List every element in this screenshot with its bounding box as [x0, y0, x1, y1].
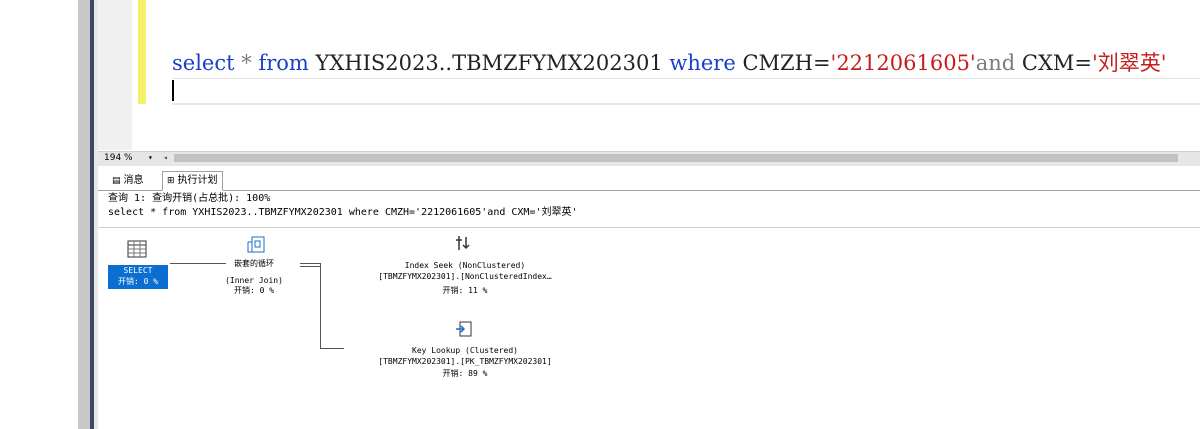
key-lookup-cost: 开销: 89 %: [442, 369, 488, 378]
left-splitter[interactable]: [78, 0, 90, 429]
query-text[interactable]: select * from YXHIS2023..TBMZFYMX202301 …: [172, 47, 1167, 77]
horizontal-scrollbar[interactable]: [174, 154, 1178, 162]
nested-loop-icon[interactable]: [244, 233, 268, 257]
table-name: YXHIS2023..TBMZFYMX202301: [315, 51, 663, 75]
connector-loop-lookup-vertical: [320, 263, 321, 348]
select-node-label: SELECT: [123, 266, 153, 275]
keyword-and: and: [975, 51, 1016, 75]
nested-loop-subtype: (Inner Join): [225, 276, 283, 285]
change-tracking-bar: [138, 0, 146, 104]
plan-query-text: select * from YXHIS2023..TBMZFYMX202301 …: [108, 207, 578, 218]
tab-execution-plan[interactable]: ⊞ 执行计划: [162, 171, 223, 191]
key-lookup-icon[interactable]: [453, 318, 475, 340]
plan-query-header: 查询 1: 查询开销(占总批): 100%: [108, 193, 271, 204]
select-node-icon[interactable]: [126, 238, 148, 260]
nested-loop-label: 嵌套的循环: [234, 259, 274, 268]
keyword-where: where: [669, 51, 736, 75]
value-cmzh: '2212061605': [830, 51, 976, 75]
current-line-highlight: [172, 78, 1200, 105]
select-node[interactable]: SELECT 开销: 0 %: [108, 265, 168, 289]
tab-execution-plan-label: 执行计划: [177, 175, 218, 186]
keyword-from: from: [258, 51, 309, 75]
index-seek-cost: 开销: 11 %: [442, 286, 488, 295]
column-cmzh: CMZH=: [742, 51, 831, 75]
results-tabs: [98, 168, 1200, 191]
operator-star: *: [241, 51, 252, 75]
keyword-select: select: [172, 51, 235, 75]
index-seek-label: Index Seek (NonClustered): [404, 261, 526, 270]
column-cxm: CXM=: [1021, 51, 1093, 75]
connector-loop-seek-2: [300, 266, 320, 267]
text-caret: [172, 80, 174, 101]
editor-gutter: [98, 0, 132, 150]
tab-messages-label: 消息: [123, 175, 144, 186]
connector-loop-seek: [300, 263, 320, 264]
key-lookup-object: [TBMZFYMX202301].[PK_TBMZFYMX202301]: [378, 357, 552, 366]
select-node-cost: 开销: 0 %: [117, 277, 159, 286]
zoom-level[interactable]: 194 %: [104, 151, 133, 165]
scroll-left-icon[interactable]: ◂: [163, 151, 168, 165]
zoom-dropdown-icon[interactable]: ▾: [148, 151, 153, 165]
tab-messages[interactable]: ▤ 消息: [108, 172, 148, 190]
nested-loop-cost: 开销: 0 %: [233, 286, 275, 295]
index-seek-icon[interactable]: [453, 232, 475, 254]
left-panel: [0, 0, 78, 429]
index-seek-object: [TBMZFYMX202301].[NonClusteredIndex…: [378, 272, 552, 281]
key-lookup-label: Key Lookup (Clustered): [412, 346, 518, 355]
execution-plan-icon: ⊞: [167, 176, 175, 186]
value-cxm: '刘翠英': [1092, 51, 1167, 75]
plan-separator: [98, 227, 1200, 228]
messages-icon: ▤: [112, 176, 121, 186]
